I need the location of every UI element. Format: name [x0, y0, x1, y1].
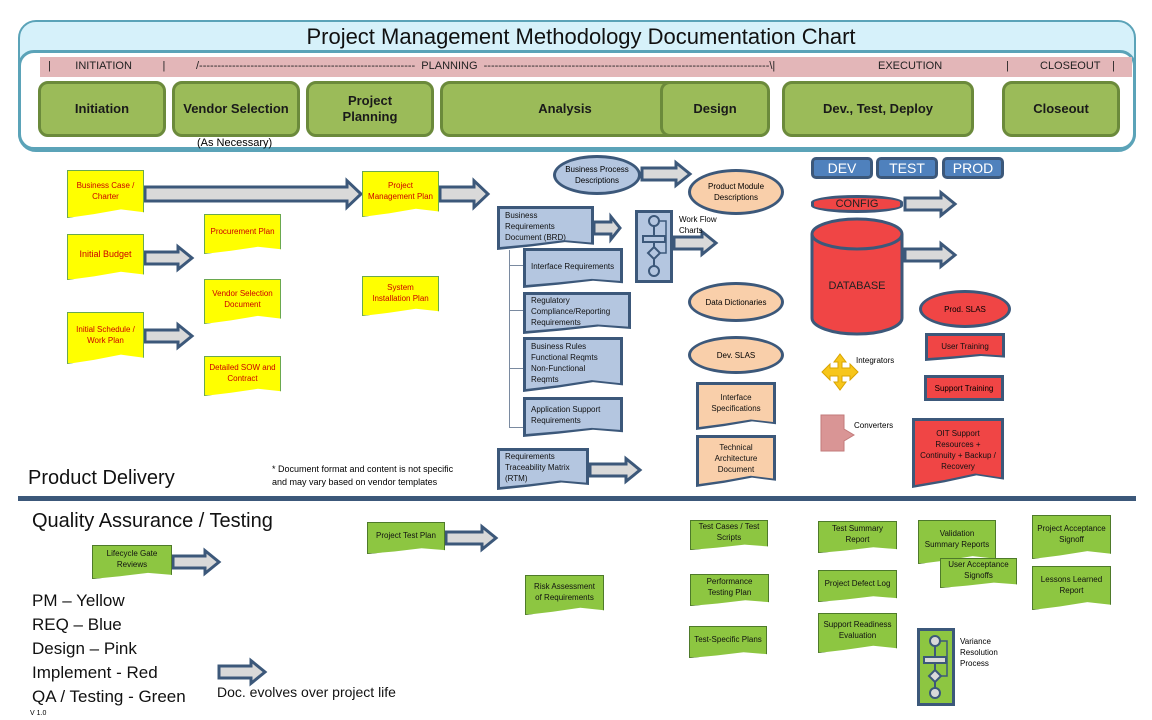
- footnote-line-1: * Document format and content is not spe…: [272, 464, 454, 474]
- page-title: Project Management Methodology Documenta…: [306, 24, 856, 49]
- doc-support-training[interactable]: Support Training: [924, 375, 1004, 401]
- doc-interface-spec-frame: Interface Specifications: [696, 382, 776, 430]
- req-connector: [509, 310, 524, 311]
- workflow-chart-icon[interactable]: [635, 210, 673, 283]
- doc-uat-signoffs[interactable]: User Acceptance Signoffs: [940, 558, 1017, 588]
- converters-icon[interactable]: [818, 413, 858, 453]
- workflow-label: Work Flow Charts: [679, 215, 717, 235]
- req-connector: [509, 265, 524, 266]
- legend-pm: PM – Yellow: [32, 591, 125, 610]
- database-cylinder[interactable]: [809, 216, 905, 338]
- variance-label: Variance Resolution Process: [960, 637, 998, 668]
- legend-arrow-label: Doc. evolves over project life: [217, 684, 396, 700]
- flow-arrow: [171, 547, 222, 577]
- qa-title: Quality Assurance / Testing: [32, 510, 273, 532]
- legend-design: Design – Pink: [32, 639, 137, 658]
- req-connector: [509, 368, 524, 369]
- doc-brd-frame: Business Requirements Document (BRD): [497, 206, 594, 250]
- flow-arrow: [640, 159, 693, 189]
- doc-business-process[interactable]: Business Process Descriptions: [553, 155, 641, 195]
- doc-interface-spec[interactable]: Interface Specifications: [699, 385, 773, 427]
- integrators-label: Integrators: [856, 356, 895, 365]
- doc-app-support-frame: Application Support Requirements: [523, 397, 623, 437]
- req-connector-line: [509, 250, 510, 428]
- flow-arrow: [438, 177, 491, 211]
- doc-dev-slas[interactable]: Dev. SLAS: [688, 336, 784, 374]
- converters-label: Converters: [854, 421, 894, 430]
- doc-prod-slas[interactable]: Prod. SLAS: [919, 290, 1011, 328]
- section-divider: [18, 496, 1136, 501]
- flow-arrow: [444, 523, 499, 553]
- stage-dev-test-deploy[interactable]: Dev., Test, Deploy: [782, 81, 974, 137]
- doc-interface-req-frame: Interface Requirements: [523, 248, 623, 288]
- doc-interface-req[interactable]: Interface Requirements: [526, 251, 620, 285]
- doc-oit-support[interactable]: OIT Support Resources + Continuity + Bac…: [915, 421, 1001, 485]
- as-necessary-note: (As Necessary): [197, 137, 273, 149]
- phase-closeout: CLOSEOUT: [1040, 60, 1101, 72]
- stage-initiation[interactable]: Initiation: [38, 81, 166, 137]
- doc-support-readiness[interactable]: Support Readiness Evaluation: [818, 613, 897, 653]
- stage-project-planning[interactable]: Project Planning: [306, 81, 434, 137]
- flow-arrow: [143, 177, 364, 211]
- stage-design[interactable]: Design: [660, 81, 770, 137]
- footnote-line-2: and may vary based on vendor templates: [272, 477, 438, 487]
- doc-system-install-plan[interactable]: System Installation Plan: [362, 276, 439, 316]
- doc-rtm[interactable]: Requirements Traceability Matrix (RTM): [500, 451, 586, 487]
- doc-data-dictionaries[interactable]: Data Dictionaries: [688, 282, 784, 322]
- doc-detailed-sow[interactable]: Detailed SOW and Contract: [204, 356, 281, 396]
- stage-vendor-selection[interactable]: Vendor Selection: [172, 81, 300, 137]
- stage-analysis[interactable]: Analysis: [440, 81, 690, 137]
- flow-arrow: [588, 455, 643, 485]
- doc-oit-support-frame: OIT Support Resources + Continuity + Bac…: [912, 418, 1004, 488]
- env-test[interactable]: TEST: [876, 157, 938, 179]
- doc-app-support[interactable]: Application Support Requirements: [526, 400, 620, 434]
- doc-user-training[interactable]: User Training: [928, 336, 1002, 358]
- doc-regulatory[interactable]: Regulatory Compliance/Reporting Requirem…: [526, 295, 628, 331]
- phase-separator: |: [1006, 60, 1009, 72]
- flowchart-icon: [642, 215, 667, 277]
- doc-business-rules[interactable]: Business Rules Functional Reqmts Non-Fun…: [526, 340, 620, 389]
- product-delivery-title: Product Delivery: [28, 467, 175, 489]
- doc-user-training-frame: User Training: [925, 333, 1005, 361]
- variance-process-icon[interactable]: [917, 628, 955, 706]
- legend-req: REQ – Blue: [32, 615, 122, 634]
- doc-risk-assessment[interactable]: Risk Assessment of Requirements: [525, 575, 604, 615]
- flowchart-icon: [923, 635, 948, 699]
- flow-arrow: [143, 321, 195, 351]
- database-label: DATABASE: [828, 280, 886, 292]
- env-dev[interactable]: DEV: [811, 157, 873, 179]
- flow-arrow: [217, 657, 268, 687]
- req-connector: [509, 427, 524, 428]
- phase-planning: /---------------------------------------…: [196, 60, 776, 72]
- doc-brd[interactable]: Business Requirements Document (BRD): [500, 209, 591, 247]
- env-prod[interactable]: PROD: [942, 157, 1004, 179]
- doc-vendor-selection[interactable]: Vendor Selection Document: [204, 279, 281, 324]
- flow-arrow: [143, 243, 195, 273]
- flow-arrow: [592, 212, 622, 244]
- legend-implement: Implement - Red: [32, 663, 158, 682]
- doc-product-module[interactable]: Product Module Descriptions: [688, 169, 784, 215]
- legend-qa: QA / Testing - Green: [32, 687, 186, 706]
- phase-initiation: | INITIATION |: [48, 60, 166, 72]
- doc-tech-arch[interactable]: Technical Architecture Document: [699, 438, 773, 484]
- flow-arrow: [903, 189, 958, 219]
- flow-arrow: [903, 240, 958, 270]
- config-disk[interactable]: CONFIG: [811, 195, 903, 213]
- integrators-icon[interactable]: [820, 352, 860, 392]
- phase-execution: EXECUTION: [878, 60, 943, 72]
- version-label: V 1.0: [30, 710, 47, 717]
- doc-procurement-plan[interactable]: Procurement Plan: [204, 214, 281, 254]
- phase-separator: |: [1112, 60, 1115, 72]
- stage-closeout[interactable]: Closeout: [1002, 81, 1120, 137]
- doc-business-rules-frame: Business Rules Functional Reqmts Non-Fun…: [523, 337, 623, 392]
